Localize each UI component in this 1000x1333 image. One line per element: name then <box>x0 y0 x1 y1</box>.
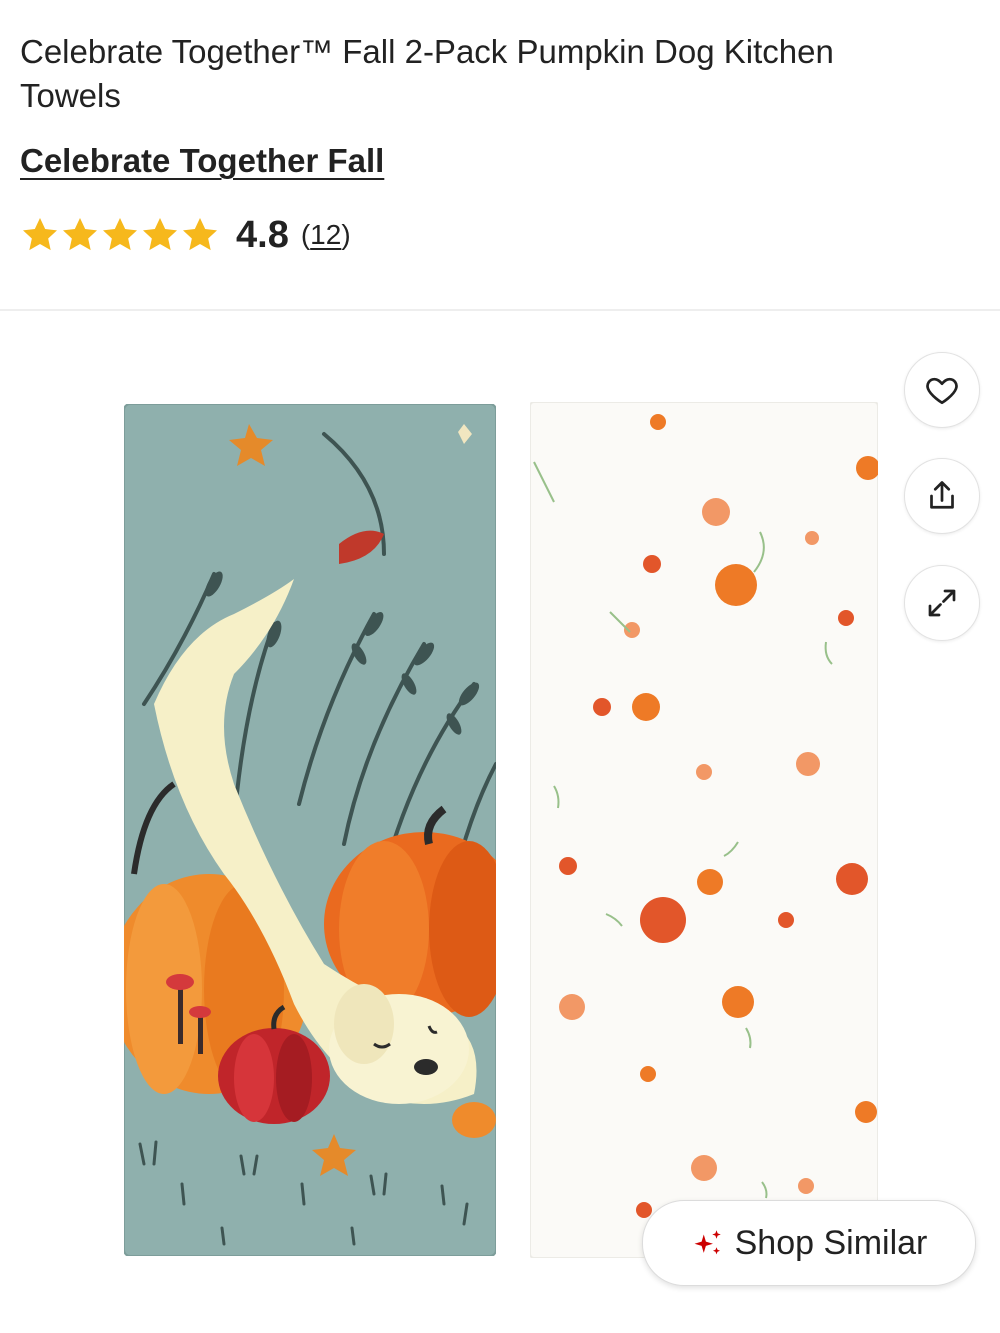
rating-value: 4.8 <box>236 213 289 256</box>
product-image-dog-towel <box>124 404 496 1256</box>
heart-icon <box>926 377 958 405</box>
star-icon <box>183 218 217 251</box>
review-count-close: ) <box>341 219 351 250</box>
product-image-pumpkin-towel <box>530 402 878 1258</box>
shop-similar-button[interactable]: Shop Similar <box>642 1200 976 1286</box>
review-count[interactable]: 12 <box>310 219 341 250</box>
star-icon <box>23 218 58 251</box>
rating-row[interactable]: 4.8 (12) <box>20 210 351 260</box>
sparkle-icon <box>694 1230 721 1255</box>
share-icon <box>930 481 954 509</box>
product-title: Celebrate Together™ Fall 2-Pack Pumpkin … <box>20 33 834 114</box>
share-button[interactable] <box>904 458 980 534</box>
star-rating <box>20 215 220 255</box>
brand-link[interactable]: Celebrate Together Fall <box>20 142 384 180</box>
star-icon <box>143 218 177 251</box>
review-count-open: ( <box>300 219 311 250</box>
review-count-link[interactable]: (12) <box>301 219 351 251</box>
shop-similar-label: Shop Similar <box>734 1223 928 1262</box>
favorite-button[interactable] <box>904 352 980 428</box>
star-icon <box>103 218 137 251</box>
expand-button[interactable] <box>904 565 980 641</box>
expand-icon <box>928 589 956 617</box>
star-icon <box>63 218 97 251</box>
